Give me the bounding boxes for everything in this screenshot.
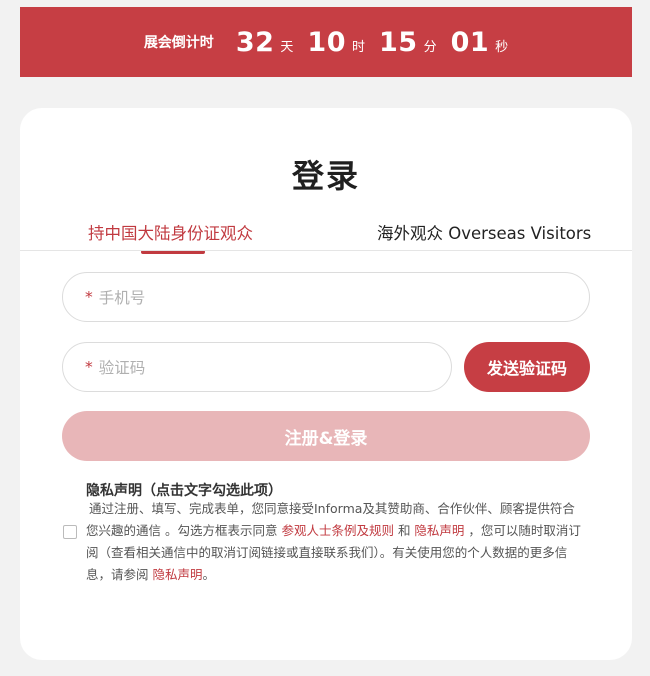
tab-mainland-id[interactable]: 持中国大陆身份证观众 (88, 220, 253, 244)
phone-placeholder: 手机号 (98, 289, 146, 307)
login-card: 登录 持中国大陆身份证观众 海外观众 Overseas Visitors * 手… (20, 108, 632, 660)
privacy-text-part: 。 (202, 567, 216, 582)
login-tabs: 持中国大陆身份证观众 海外观众 Overseas Visitors (20, 220, 632, 254)
privacy-statement-link-2[interactable]: 隐私声明 (152, 567, 202, 582)
privacy-text: 通过注册、填写、完成表单，您同意接受Informa及其赞助商、合作伙伴、顾客提供… (86, 498, 582, 586)
send-code-button[interactable]: 发送验证码 (464, 342, 590, 392)
code-placeholder: 验证码 (98, 359, 146, 377)
countdown-minutes-unit: 分 (423, 39, 437, 55)
tab-overseas[interactable]: 海外观众 Overseas Visitors (377, 220, 591, 244)
countdown-banner: 展会倒计时 32 天 10 时 15 分 01 秒 (20, 7, 632, 77)
register-login-button[interactable]: 注册&登录 (62, 411, 590, 461)
tab-divider (20, 250, 632, 251)
countdown-minutes: 15 (379, 26, 418, 58)
required-mark: * (85, 358, 93, 376)
countdown-seconds-unit: 秒 (495, 39, 509, 55)
privacy-consent-checkbox[interactable] (63, 525, 77, 539)
countdown-label: 展会倒计时 (143, 35, 214, 51)
verification-code-input[interactable]: * 验证码 (62, 342, 452, 392)
visitor-rules-link[interactable]: 参观人士条例及规则 (281, 523, 394, 538)
privacy-text-part: 和 (393, 523, 415, 538)
countdown-days-unit: 天 (280, 39, 294, 55)
countdown-hours: 10 (307, 26, 346, 58)
countdown-hours-unit: 时 (351, 39, 365, 55)
login-title: 登录 (291, 157, 360, 195)
countdown-seconds: 01 (450, 26, 490, 58)
required-mark: * (85, 288, 93, 306)
countdown-days: 32 (235, 26, 275, 58)
phone-input[interactable]: * 手机号 (62, 272, 590, 322)
privacy-statement-link[interactable]: 隐私声明 (414, 523, 464, 538)
privacy-title[interactable]: 隐私声明（点击文字勾选此项） (86, 480, 282, 500)
